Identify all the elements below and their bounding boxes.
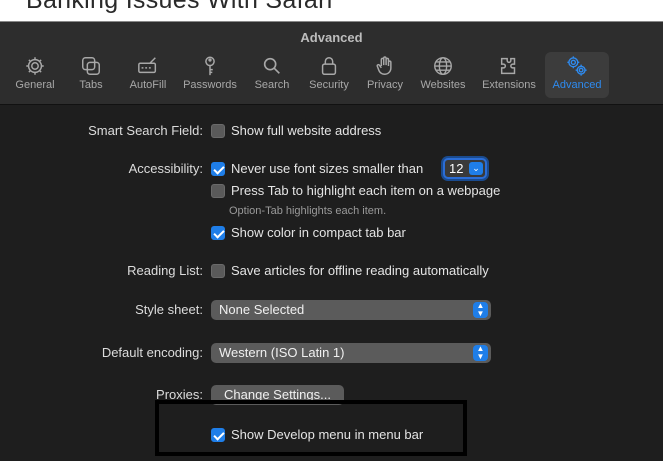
tab-highlight-text: Press Tab to highlight each item on a we… [231, 183, 501, 198]
compact-tab-color-text: Show color in compact tab bar [231, 225, 406, 240]
style-sheet-select[interactable]: None Selected ▲ ▼ [211, 300, 491, 320]
tab-label: Passwords [183, 79, 237, 91]
tab-privacy[interactable]: Privacy [360, 52, 410, 98]
tab-label: Privacy [366, 79, 404, 91]
tab-highlight-hint: Option-Tab highlights each item. [229, 205, 387, 217]
tab-label: General [15, 79, 55, 91]
tab-general[interactable]: General [6, 52, 64, 98]
search-icon [246, 54, 298, 78]
tab-label: Security [309, 79, 349, 91]
min-font-size-text: Never use font sizes smaller than [231, 161, 424, 176]
preferences-toolbar: Advanced General Tabs AutoFill Passwords [0, 22, 663, 105]
tab-extensions[interactable]: Extensions [476, 52, 542, 98]
tab-advanced[interactable]: Advanced [545, 52, 609, 98]
tab-label: Advanced [552, 79, 602, 91]
show-full-address-checkbox[interactable] [211, 124, 225, 138]
encoding-label: Default encoding: [101, 345, 203, 360]
smart-search-label: Smart Search Field: [88, 123, 203, 138]
tab-websites[interactable]: Websites [414, 52, 472, 98]
style-sheet-label: Style sheet: [135, 302, 203, 317]
puzzle-icon [476, 54, 542, 78]
tab-security[interactable]: Security [302, 52, 356, 98]
accessibility-label: Accessibility: [128, 161, 203, 176]
globe-icon [414, 54, 472, 78]
encoding-select[interactable]: Western (ISO Latin 1) ▲ ▼ [211, 343, 491, 363]
tabs-icon [66, 54, 116, 78]
compact-tab-color-checkbox[interactable] [211, 226, 225, 240]
article-heading: Banking Issues With Safari [26, 0, 333, 14]
min-font-size-checkbox[interactable] [211, 162, 225, 176]
tab-label: Search [254, 79, 290, 91]
font-size-value: 12 [449, 161, 464, 176]
gears-icon [545, 54, 609, 78]
reading-list-label: Reading List: [127, 263, 203, 278]
gear-icon [6, 54, 64, 78]
tab-autofill[interactable]: AutoFill [122, 52, 174, 98]
develop-menu-checkbox[interactable] [211, 428, 225, 442]
show-full-address-text: Show full website address [231, 123, 382, 138]
article-heading-strip: Banking Issues With Safari [0, 0, 663, 22]
chevron-down-icon: ⌄ [469, 162, 483, 175]
offline-reading-checkbox[interactable] [211, 264, 225, 278]
key-icon [178, 54, 242, 78]
tab-label: Extensions [482, 79, 536, 91]
encoding-value: Western (ISO Latin 1) [219, 345, 345, 360]
lock-icon [302, 54, 356, 78]
tab-passwords[interactable]: Passwords [178, 52, 242, 98]
window-title: Advanced [300, 30, 363, 45]
tab-label: Websites [420, 79, 466, 91]
tab-label: AutoFill [129, 79, 167, 91]
up-down-chevron-icon: ▲ ▼ [473, 345, 488, 361]
tab-label: Tabs [79, 79, 103, 91]
offline-reading-text: Save articles for offline reading automa… [231, 263, 489, 278]
tab-tabs[interactable]: Tabs [66, 52, 116, 98]
autofill-icon [122, 54, 174, 78]
develop-menu-text: Show Develop menu in menu bar [231, 427, 424, 442]
tab-search[interactable]: Search [246, 52, 298, 98]
style-sheet-value: None Selected [219, 302, 305, 317]
tab-highlight-checkbox[interactable] [211, 184, 225, 198]
min-font-size-select[interactable]: 12 ⌄ [443, 158, 487, 179]
hand-icon [360, 54, 410, 78]
up-down-chevron-icon: ▲ ▼ [473, 302, 488, 318]
